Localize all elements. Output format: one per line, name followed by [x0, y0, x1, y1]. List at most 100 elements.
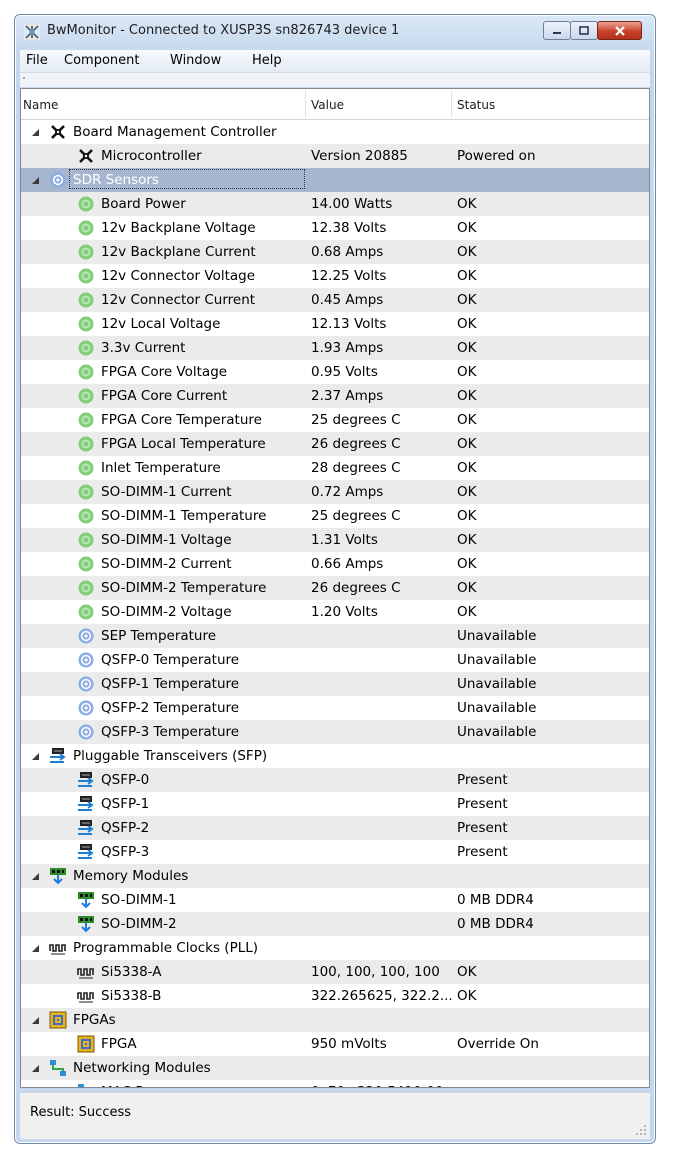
tree-row-so-dimm-2[interactable]: SO-DIMM-2 0 MB DDR4 [21, 912, 649, 936]
row-name: SO-DIMM-1 Current [101, 484, 232, 500]
tree-row-qsfp-1[interactable]: QSFP-1 Present [21, 792, 649, 816]
tree-row-inlet-temperature[interactable]: Inlet Temperature 28 degrees C OK [21, 456, 649, 480]
sensor-unavailable-icon [78, 652, 94, 668]
tree-row-qsfp-0-temperature[interactable]: QSFP-0 Temperature Unavailable [21, 648, 649, 672]
row-status: 0 MB DDR4 [457, 916, 534, 932]
tree-row-mac-prom[interactable]: MAC Prom 0a70:c320:5410:00... [21, 1080, 649, 1087]
toolbar-grip[interactable] [23, 77, 25, 79]
row-value: 28 degrees C [311, 460, 401, 476]
row-status: OK [457, 484, 477, 500]
tree-row-board-power[interactable]: Board Power 14.00 Watts OK [21, 192, 649, 216]
tree-row-sep-temperature[interactable]: SEP Temperature Unavailable [21, 624, 649, 648]
tree-group-board-management-controller[interactable]: Board Management Controller [21, 120, 649, 144]
tree-group-memory-modules[interactable]: Memory Modules [21, 864, 649, 888]
tree-row-12v-connector-voltage[interactable]: 12v Connector Voltage 12.25 Volts OK [21, 264, 649, 288]
row-status: OK [457, 508, 477, 524]
tree-group-networking-modules[interactable]: Networking Modules [21, 1056, 649, 1080]
row-name: QSFP-2 Temperature [101, 700, 240, 716]
sensor-ok-icon [78, 316, 94, 332]
column-header-name[interactable]: Name [23, 98, 58, 112]
row-status: 0 MB DDR4 [457, 892, 534, 908]
tree-row-so-dimm-1-temperature[interactable]: SO-DIMM-1 Temperature 25 degrees C OK [21, 504, 649, 528]
row-status: OK [457, 196, 477, 212]
sensor-ok-icon [78, 196, 94, 212]
maximize-button[interactable] [570, 21, 598, 40]
expand-arrow-icon[interactable] [31, 1016, 40, 1025]
sensor-ok-icon [78, 220, 94, 236]
expand-arrow-icon[interactable] [31, 872, 40, 881]
row-value: 322.265625, 322.2... [311, 988, 453, 1004]
column-header-status[interactable]: Status [457, 98, 495, 112]
row-status: OK [457, 532, 477, 548]
expand-arrow-icon[interactable] [31, 1064, 40, 1073]
close-icon [614, 25, 625, 36]
sensor-unavailable-icon [78, 628, 94, 644]
tree-row-so-dimm-2-temperature[interactable]: SO-DIMM-2 Temperature 26 degrees C OK [21, 576, 649, 600]
tree-row-fpga-local-temperature[interactable]: FPGA Local Temperature 26 degrees C OK [21, 432, 649, 456]
expand-arrow-icon[interactable] [31, 944, 40, 953]
row-name: 3.3v Current [101, 340, 186, 356]
tree-row-12v-backplane-voltage[interactable]: 12v Backplane Voltage 12.38 Volts OK [21, 216, 649, 240]
tree-row-qsfp-0[interactable]: QSFP-0 Present [21, 768, 649, 792]
tree-group-fpgas[interactable]: FPGAs [21, 1008, 649, 1032]
tree-list-view[interactable]: Name Value Status Board Management Contr… [20, 88, 650, 1088]
sensor-unavailable-icon [78, 700, 94, 716]
tree-row-qsfp-2-temperature[interactable]: QSFP-2 Temperature Unavailable [21, 696, 649, 720]
tree-row-fpga-core-current[interactable]: FPGA Core Current 2.37 Amps OK [21, 384, 649, 408]
tree-row-qsfp-2[interactable]: QSFP-2 Present [21, 816, 649, 840]
close-button[interactable] [597, 21, 642, 40]
minimize-button[interactable] [543, 21, 571, 40]
tree-row-12v-backplane-current[interactable]: 12v Backplane Current 0.68 Amps OK [21, 240, 649, 264]
tree-row-fpga[interactable]: FPGA 950 mVolts Override On [21, 1032, 649, 1056]
tree-group-pluggable-transceivers-sfp[interactable]: Pluggable Transceivers (SFP) [21, 744, 649, 768]
menu-help[interactable]: Help [252, 53, 282, 68]
tree-row-so-dimm-1[interactable]: SO-DIMM-1 0 MB DDR4 [21, 888, 649, 912]
expand-arrow-icon[interactable] [31, 176, 40, 185]
tree-row-qsfp-1-temperature[interactable]: QSFP-1 Temperature Unavailable [21, 672, 649, 696]
tree-row-qsfp-3-temperature[interactable]: QSFP-3 Temperature Unavailable [21, 720, 649, 744]
tree-row-3-3v-current[interactable]: 3.3v Current 1.93 Amps OK [21, 336, 649, 360]
expand-arrow-icon[interactable] [31, 752, 40, 761]
tree-row-12v-connector-current[interactable]: 12v Connector Current 0.45 Amps OK [21, 288, 649, 312]
row-value: 950 mVolts [311, 1036, 387, 1052]
row-status: Unavailable [457, 676, 537, 692]
tree-row-so-dimm-2-current[interactable]: SO-DIMM-2 Current 0.66 Amps OK [21, 552, 649, 576]
row-status: Unavailable [457, 628, 537, 644]
row-name: 12v Connector Current [101, 292, 256, 308]
tree-row-so-dimm-2-voltage[interactable]: SO-DIMM-2 Voltage 1.20 Volts OK [21, 600, 649, 624]
tree-row-so-dimm-1-current[interactable]: SO-DIMM-1 Current 0.72 Amps OK [21, 480, 649, 504]
resize-grip-icon[interactable] [636, 1125, 646, 1135]
column-divider[interactable] [305, 91, 306, 117]
row-status: OK [457, 580, 477, 596]
tree-row-si5338-a[interactable]: Si5338-A 100, 100, 100, 100 OK [21, 960, 649, 984]
minimize-icon [553, 31, 561, 34]
tree-row-fpga-core-temperature[interactable]: FPGA Core Temperature 25 degrees C OK [21, 408, 649, 432]
row-name: FPGA Core Voltage [101, 364, 228, 380]
tree-group-programmable-clocks-pll[interactable]: Programmable Clocks (PLL) [21, 936, 649, 960]
tree-row-fpga-core-voltage[interactable]: FPGA Core Voltage 0.95 Volts OK [21, 360, 649, 384]
tree-row-12v-local-voltage[interactable]: 12v Local Voltage 12.13 Volts OK [21, 312, 649, 336]
column-divider[interactable] [451, 91, 452, 117]
menu-window[interactable]: Window [170, 53, 221, 68]
title-bar[interactable]: BwMonitor - Connected to XUSP3S sn826743… [15, 15, 655, 49]
chip-icon [79, 149, 93, 163]
row-value: 0.45 Amps [311, 292, 384, 308]
row-status: Powered on [457, 148, 536, 164]
row-status: OK [457, 460, 477, 476]
sensor-ok-icon [78, 484, 94, 500]
tree-row-qsfp-3[interactable]: QSFP-3 Present [21, 840, 649, 864]
row-value: 1.20 Volts [311, 604, 378, 620]
sensor-ok-icon [78, 268, 94, 284]
menu-file[interactable]: File [26, 53, 48, 68]
tree-row-si5338-b[interactable]: Si5338-B 322.265625, 322.2... OK [21, 984, 649, 1008]
row-value: 12.13 Volts [311, 316, 387, 332]
expand-arrow-icon[interactable] [31, 128, 40, 137]
menu-component[interactable]: Component [64, 53, 139, 68]
row-value: 26 degrees C [311, 436, 401, 452]
column-header-value[interactable]: Value [311, 98, 344, 112]
app-window: BwMonitor - Connected to XUSP3S sn826743… [14, 14, 656, 1144]
row-status: Unavailable [457, 724, 537, 740]
tree-group-sdr-sensors[interactable]: SDR Sensors [21, 168, 649, 192]
tree-row-microcontroller[interactable]: Microcontroller Version 20885 Powered on [21, 144, 649, 168]
tree-row-so-dimm-1-voltage[interactable]: SO-DIMM-1 Voltage 1.31 Volts OK [21, 528, 649, 552]
